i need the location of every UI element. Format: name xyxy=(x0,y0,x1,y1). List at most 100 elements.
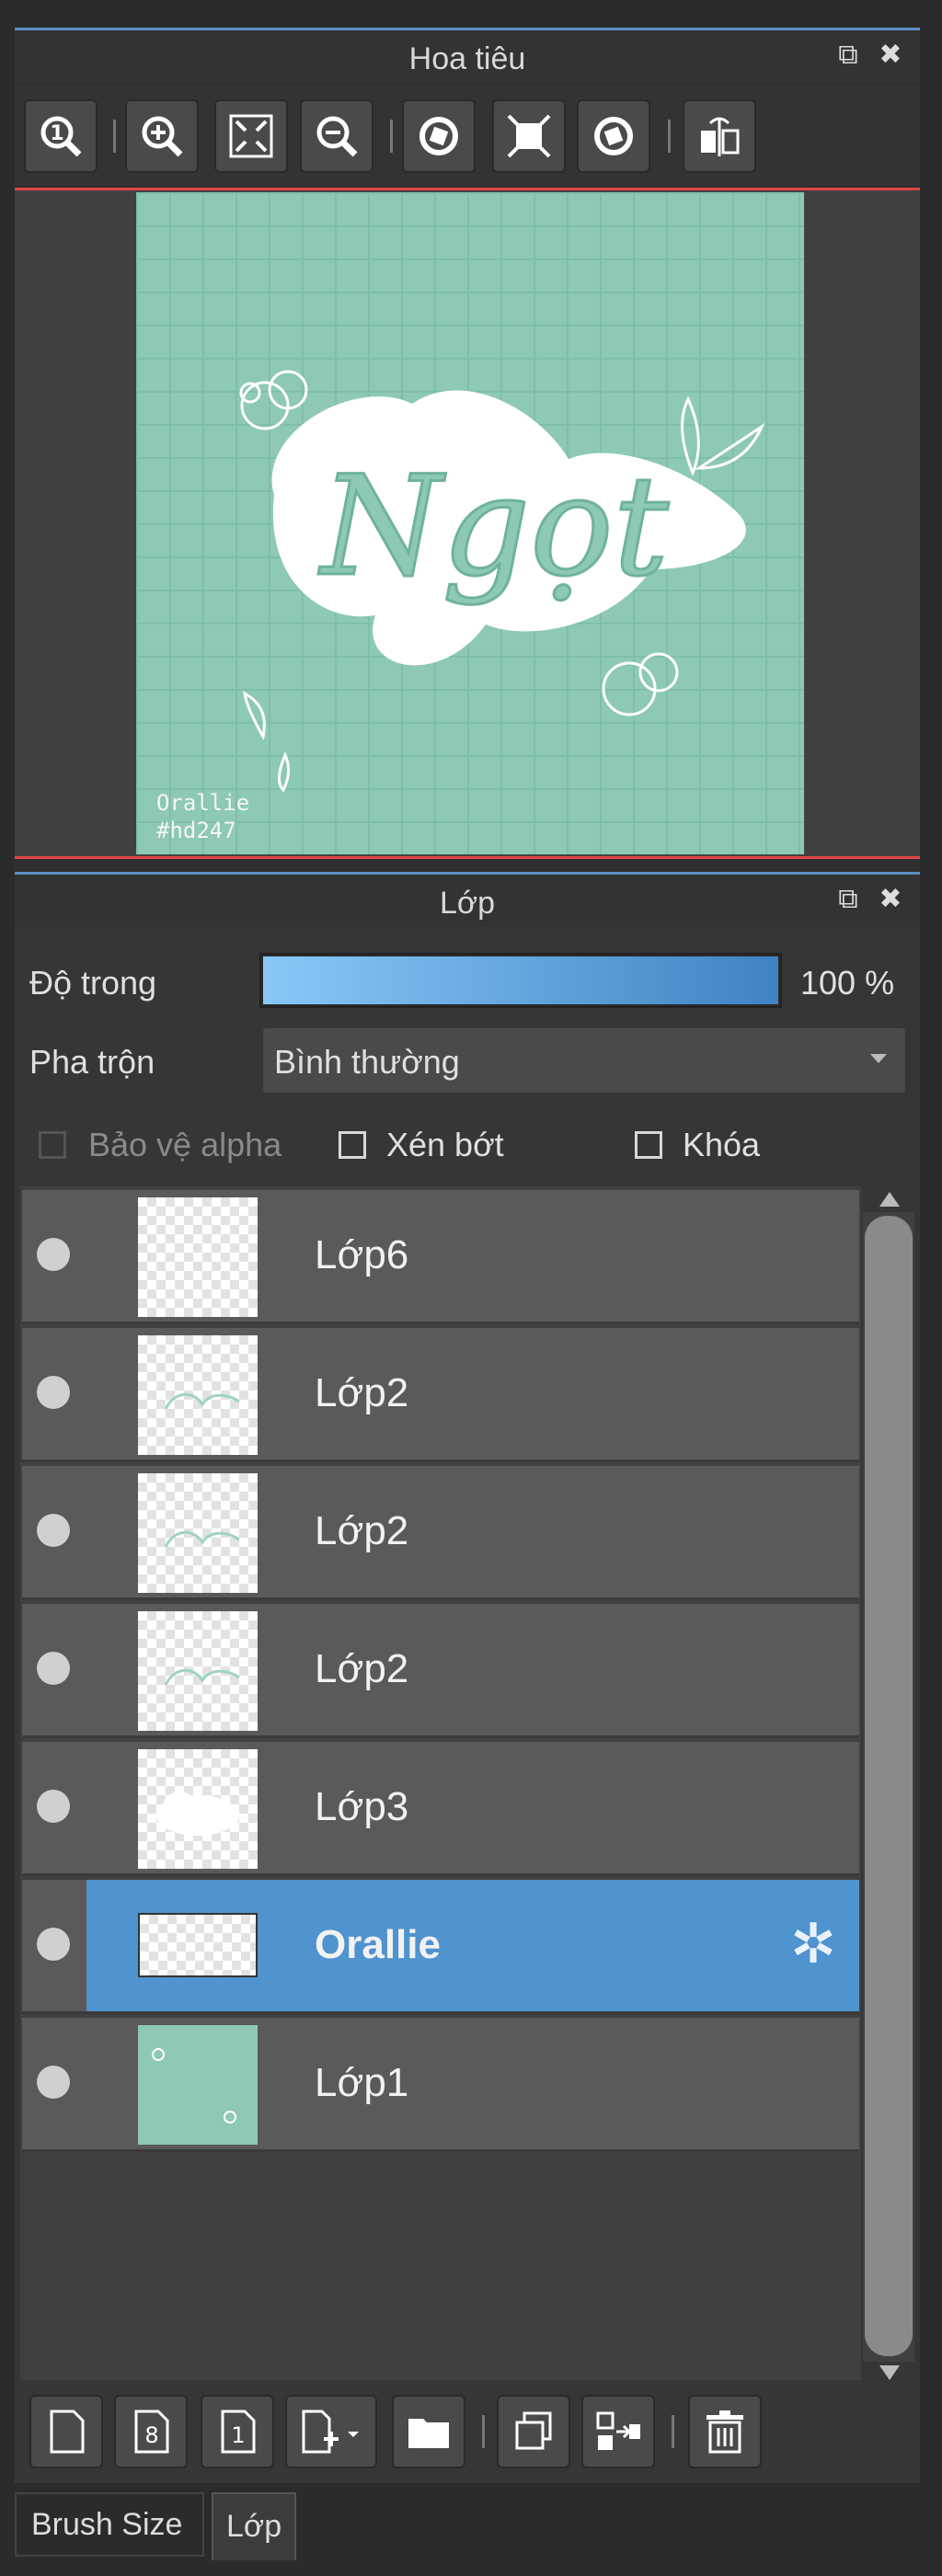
fit-canvas-icon xyxy=(507,114,551,158)
rotate-right-button[interactable] xyxy=(577,99,650,173)
rotate-left-button[interactable] xyxy=(402,99,476,173)
rotate-right-icon xyxy=(594,117,633,155)
lock-checkbox[interactable] xyxy=(635,1131,662,1159)
visibility-toggle[interactable] xyxy=(37,1928,70,1961)
layers-title: Lớp xyxy=(439,886,496,921)
zoom-in-icon xyxy=(142,116,183,157)
rotate-left-icon xyxy=(419,117,458,155)
duplicate-button[interactable] xyxy=(497,2395,570,2468)
top-strip xyxy=(0,0,942,24)
clipping-checkbox[interactable] xyxy=(339,1131,366,1159)
blend-label: Pha trộn xyxy=(29,1043,155,1081)
zoom-out-icon xyxy=(316,116,358,157)
visibility-toggle[interactable] xyxy=(37,1652,70,1685)
new-1bit-layer-button[interactable]: 1 xyxy=(201,2395,274,2468)
visibility-toggle[interactable] xyxy=(37,1514,70,1547)
popout-icon[interactable]: ⧉ xyxy=(833,40,863,71)
zoom-reset-icon: 1 xyxy=(40,116,82,157)
visibility-toggle[interactable] xyxy=(37,2066,70,2099)
new-layer-icon xyxy=(50,2410,85,2454)
layer-row-selected[interactable]: Orallie ✲ xyxy=(22,1880,859,2014)
blend-select[interactable]: Bình thường xyxy=(263,1028,905,1093)
new-layer-button[interactable] xyxy=(29,2395,103,2468)
visibility-toggle[interactable] xyxy=(37,1376,70,1409)
merge-down-button[interactable] xyxy=(581,2395,655,2468)
zoom-in-button[interactable] xyxy=(125,99,199,173)
layer-name: Lớp2 xyxy=(315,1646,409,1691)
add-layer-menu-icon xyxy=(302,2410,359,2454)
new-8bit-layer-button[interactable]: 8 xyxy=(114,2395,188,2468)
layer-thumbnail xyxy=(138,1473,258,1593)
lock-label: Khóa xyxy=(683,1126,761,1163)
toolbar-separator xyxy=(668,120,671,153)
clipping-label: Xén bớt xyxy=(386,1126,504,1163)
scrollbar-thumb[interactable] xyxy=(865,1216,913,2356)
flip-button[interactable] xyxy=(683,99,756,173)
signature-line2: #hd247 xyxy=(156,818,236,843)
merge-down-icon xyxy=(596,2411,640,2450)
signature-line1: Orallie xyxy=(156,790,250,816)
toolbar-separator xyxy=(672,2415,674,2448)
layer-name: Lớp2 xyxy=(315,1508,409,1553)
canvas-preview: Ngọt Orallie #hd247 xyxy=(136,192,804,854)
layer-row[interactable]: Lớp2 xyxy=(22,1466,859,1600)
zoom-reset-button[interactable]: 1 xyxy=(24,99,98,173)
layer-row[interactable]: Lớp1 xyxy=(22,2018,859,2152)
visibility-toggle[interactable] xyxy=(37,1238,70,1271)
scroll-up-icon[interactable] xyxy=(879,1192,900,1207)
add-layer-menu-button[interactable] xyxy=(285,2395,377,2468)
navigator-title: Hoa tiêu xyxy=(408,41,526,76)
chevron-down-icon xyxy=(870,1054,887,1063)
opacity-slider[interactable] xyxy=(259,953,782,1008)
layer-name: Lớp2 xyxy=(315,1370,409,1415)
tab-brush-size-label: Brush Size xyxy=(31,2507,183,2542)
layer-row[interactable]: Lớp6 xyxy=(22,1190,859,1324)
layer-row[interactable]: Lớp2 xyxy=(22,1328,859,1462)
scrollbar-track[interactable] xyxy=(863,1212,914,2362)
layers-title-bar: Lớp ⧉ ✖ xyxy=(15,872,920,927)
protect-alpha-checkbox[interactable] xyxy=(39,1131,66,1159)
blend-value: Bình thường xyxy=(274,1043,460,1081)
fit-screen-button[interactable] xyxy=(214,99,288,173)
layer-thumbnail xyxy=(138,1335,258,1455)
visibility-toggle[interactable] xyxy=(37,1790,70,1823)
layer-name: Lớp6 xyxy=(315,1232,409,1277)
navigator-viewport[interactable]: Ngọt Orallie #hd247 xyxy=(15,188,920,859)
protect-alpha-label: Bảo vệ alpha xyxy=(88,1126,282,1163)
toolbar-separator xyxy=(390,120,393,153)
folder-button[interactable] xyxy=(392,2395,465,2468)
duplicate-icon xyxy=(515,2411,552,2450)
layer-thumbnail xyxy=(138,1913,258,1977)
svg-text:1: 1 xyxy=(50,122,63,145)
layer-thumbnail xyxy=(138,1197,258,1317)
fit-screen-icon xyxy=(229,114,273,158)
delete-icon xyxy=(706,2410,743,2454)
layer-name: Orallie xyxy=(315,1922,441,1967)
layer-row[interactable]: Lớp2 xyxy=(22,1604,859,1738)
layer-name: Lớp3 xyxy=(315,1784,409,1829)
scroll-down-icon[interactable] xyxy=(879,2365,900,2380)
toolbar-separator xyxy=(113,120,116,153)
gear-icon[interactable]: ✲ xyxy=(786,1917,841,1972)
opacity-fill xyxy=(263,956,778,1004)
navigator-title-bar: Hoa tiêu ⧉ ✖ xyxy=(15,28,920,83)
folder-icon xyxy=(408,2419,449,2448)
layer-row[interactable]: Lớp3 xyxy=(22,1742,859,1876)
flip-icon xyxy=(701,117,740,156)
svg-text:8: 8 xyxy=(144,2422,158,2448)
delete-button[interactable] xyxy=(688,2395,762,2468)
close-icon[interactable]: ✖ xyxy=(876,40,905,71)
zoom-out-button[interactable] xyxy=(300,99,373,173)
svg-text:1: 1 xyxy=(231,2422,245,2448)
layer-thumbnail xyxy=(138,1611,258,1731)
artwork-illustration: Ngọt xyxy=(239,370,765,793)
fit-canvas-button[interactable] xyxy=(492,99,566,173)
tab-brush-size[interactable]: Brush Size xyxy=(15,2492,204,2557)
tab-layer-label: Lớp xyxy=(226,2509,282,2544)
close-icon[interactable]: ✖ xyxy=(876,884,905,915)
layer-thumbnail xyxy=(138,1749,258,1869)
layer-name: Lớp1 xyxy=(315,2060,409,2105)
tab-layer[interactable]: Lớp xyxy=(212,2492,296,2560)
popout-icon[interactable]: ⧉ xyxy=(833,884,863,915)
new-8bit-layer-icon: 8 xyxy=(134,2410,169,2454)
